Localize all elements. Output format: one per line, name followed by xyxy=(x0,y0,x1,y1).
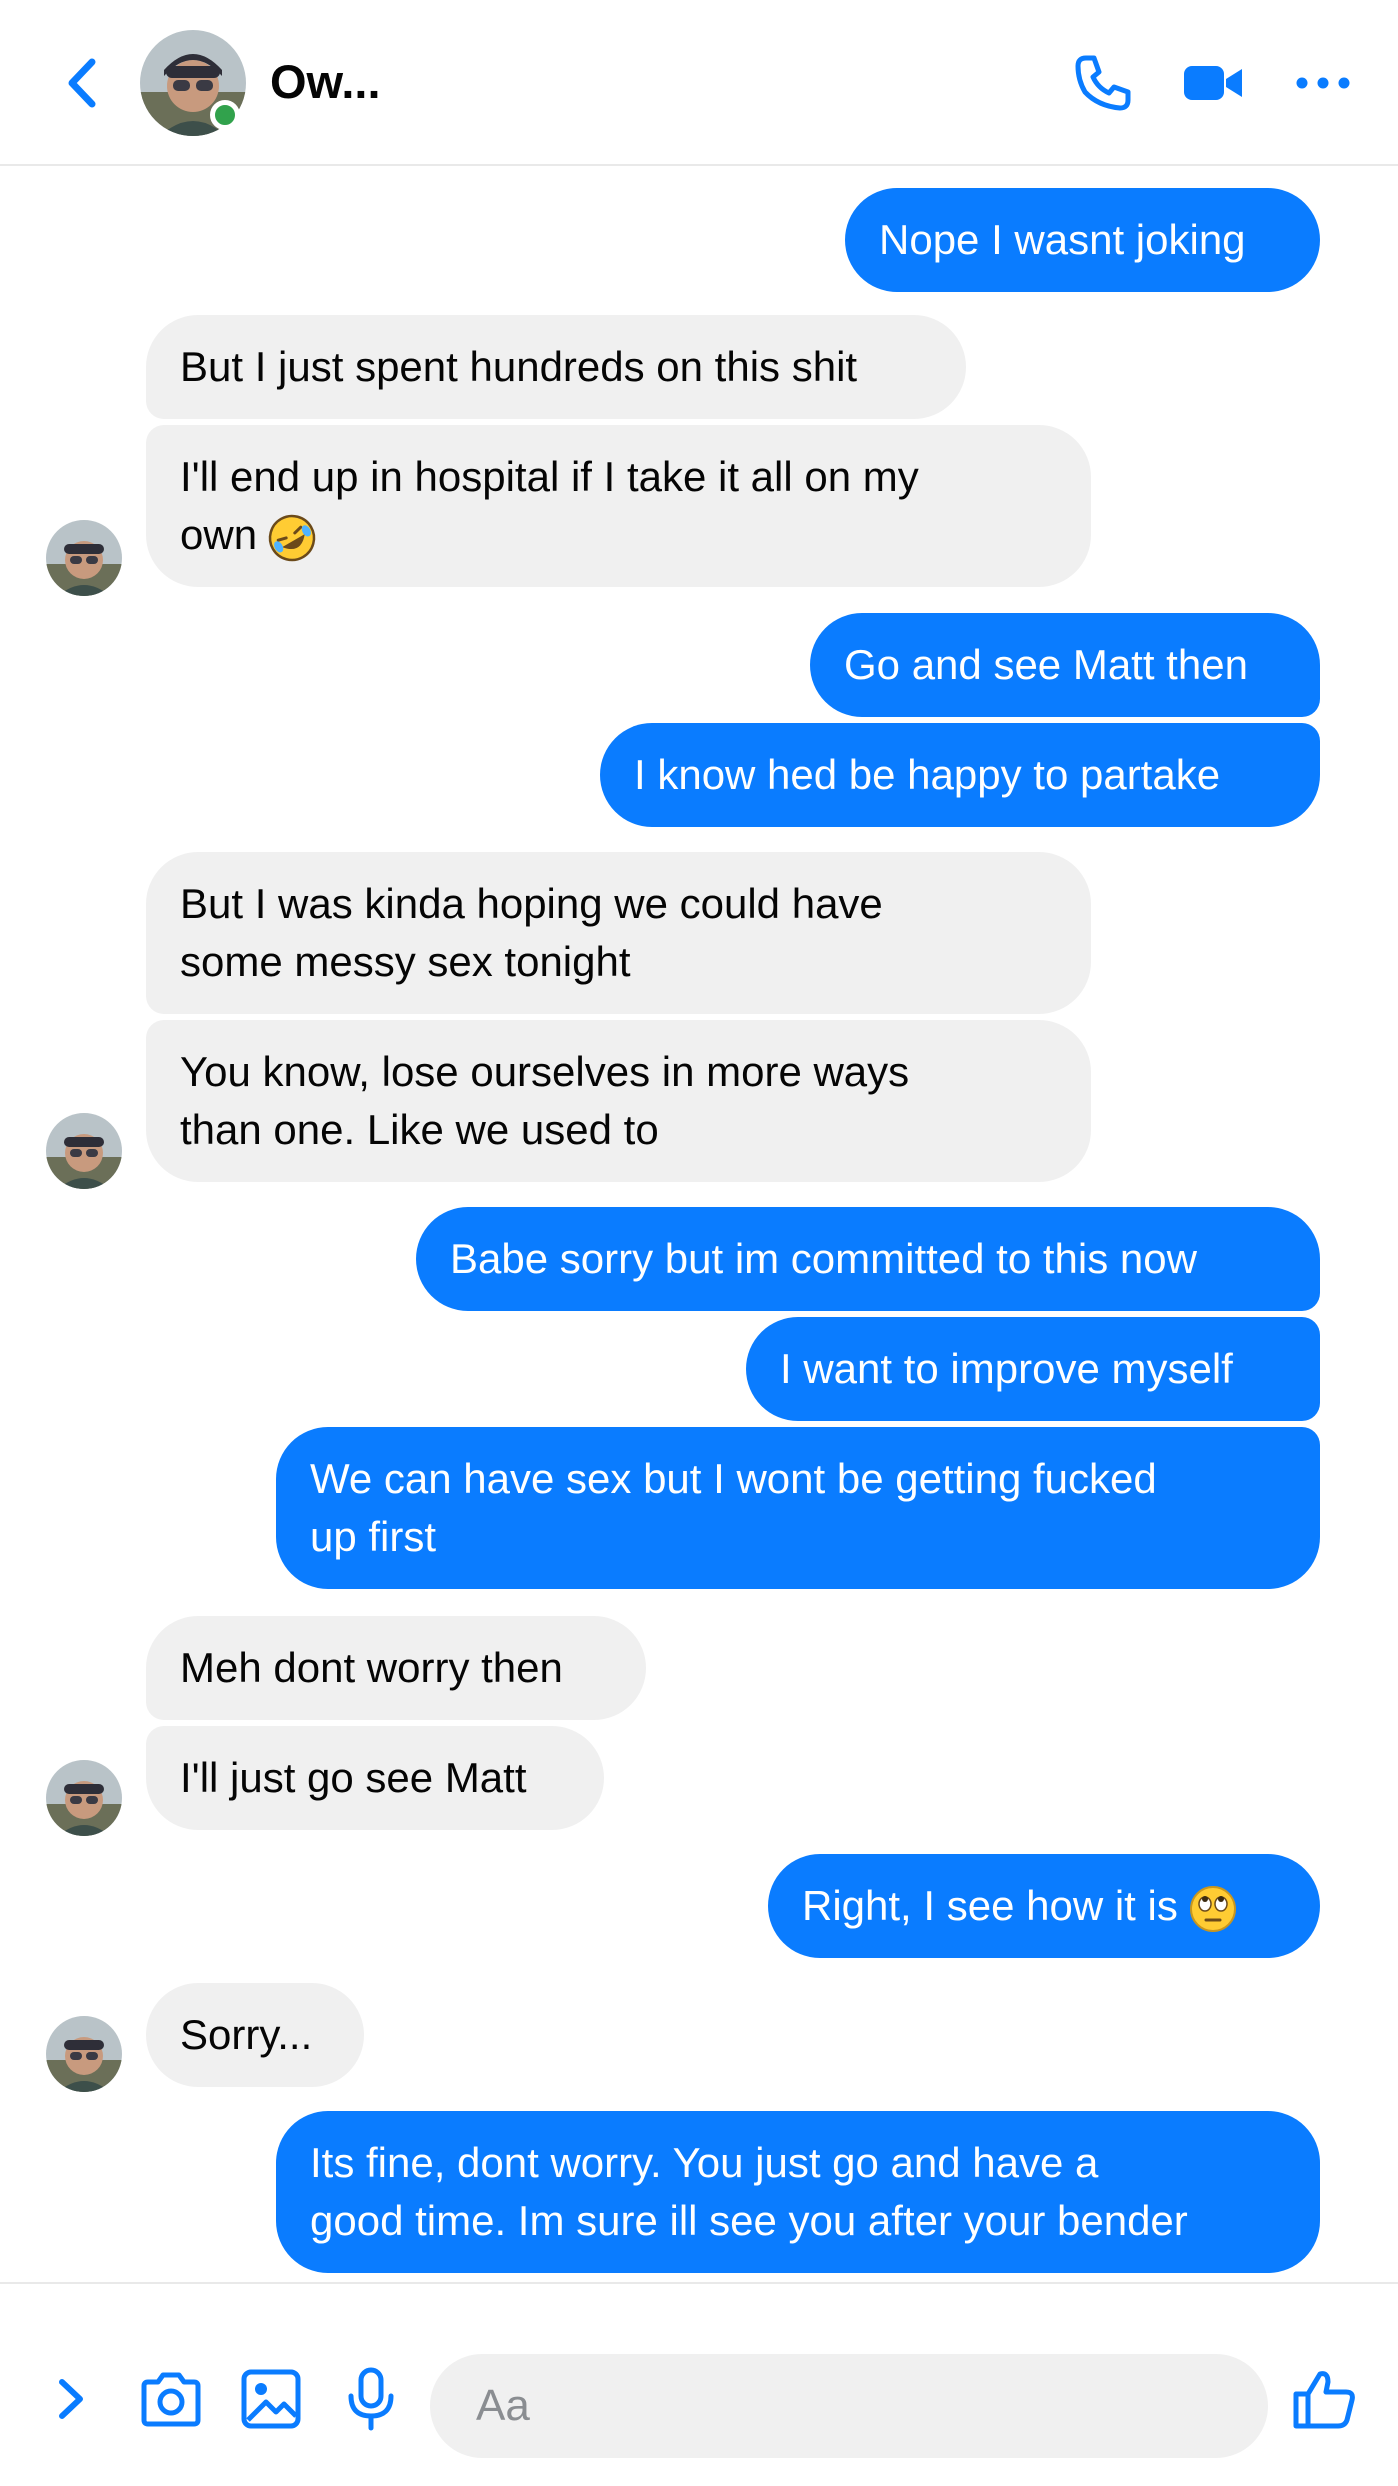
sender-avatar[interactable] xyxy=(46,2016,122,2092)
message-text: You know, lose ourselves in more ways th… xyxy=(180,1048,910,1153)
incoming-message[interactable]: I'll just go see Matt xyxy=(146,1726,604,1830)
outgoing-message[interactable]: Go and see Matt then xyxy=(810,613,1320,717)
incoming-message[interactable]: Sorry... xyxy=(146,1983,364,2087)
back-arrow-icon[interactable] xyxy=(58,50,108,116)
rolling-on-floor-laughing-emoji-icon xyxy=(267,513,317,563)
gallery-icon[interactable] xyxy=(236,2364,306,2434)
message-text: Go and see Matt then xyxy=(844,641,1248,688)
phone-call-icon[interactable] xyxy=(1068,48,1138,118)
message-input-placeholder: Aa xyxy=(476,2381,530,2430)
eye-roll-emoji-icon xyxy=(1188,1884,1238,1934)
incoming-message[interactable]: I'll end up in hospital if I take it all… xyxy=(146,425,1091,587)
contact-name[interactable]: Ow... xyxy=(270,52,381,112)
message-text: I'll just go see Matt xyxy=(180,1754,527,1801)
message-list[interactable]: Nope I wasnt joking But I just spent hund… xyxy=(0,166,1398,2282)
outgoing-message[interactable]: Its fine, dont worry. You just go and ha… xyxy=(276,2111,1320,2273)
message-text: But I was kinda hoping we could have som… xyxy=(180,880,883,985)
message-text: I'll end up in hospital if I take it all… xyxy=(180,448,919,564)
sender-avatar[interactable] xyxy=(46,1113,122,1189)
camera-icon[interactable] xyxy=(136,2364,206,2434)
message-text: I know hed be happy to partake xyxy=(634,751,1221,798)
message-text: Nope I wasnt joking xyxy=(879,216,1246,263)
outgoing-message[interactable]: I know hed be happy to partake xyxy=(600,723,1320,827)
message-text: We can have sex but I wont be getting fu… xyxy=(310,1455,1157,1560)
message-text: But I just spent hundreds on this shit xyxy=(180,343,858,390)
outgoing-message[interactable]: Right, I see how it is xyxy=(768,1854,1320,1958)
sender-avatar[interactable] xyxy=(46,520,122,596)
message-text: Sorry... xyxy=(180,2011,313,2058)
online-status-dot xyxy=(210,100,240,130)
message-text: Babe sorry but im committed to this now xyxy=(450,1235,1197,1282)
sender-avatar[interactable] xyxy=(46,1760,122,1836)
message-composer: Aa xyxy=(0,2282,1398,2486)
outgoing-message[interactable]: I want to improve myself xyxy=(746,1317,1320,1421)
message-text: I want to improve myself xyxy=(780,1345,1233,1392)
video-call-icon[interactable] xyxy=(1178,48,1248,118)
chat-header: Ow... xyxy=(0,0,1398,166)
incoming-message[interactable]: Meh dont worry then xyxy=(146,1616,646,1720)
message-text: Its fine, dont worry. You just go and ha… xyxy=(310,2139,1188,2244)
microphone-icon[interactable] xyxy=(336,2364,406,2434)
outgoing-message[interactable]: We can have sex but I wont be getting fu… xyxy=(276,1427,1320,1589)
incoming-message[interactable]: But I just spent hundreds on this shit xyxy=(146,315,966,419)
outgoing-message[interactable]: Nope I wasnt joking xyxy=(845,188,1320,292)
incoming-message[interactable]: You know, lose ourselves in more ways th… xyxy=(146,1020,1091,1182)
message-text: Right, I see how it is xyxy=(802,1877,1238,1935)
outgoing-message[interactable]: Babe sorry but im committed to this now xyxy=(416,1207,1320,1311)
thumbs-up-icon[interactable] xyxy=(1290,2364,1360,2434)
message-text: Meh dont worry then xyxy=(180,1644,563,1691)
message-input[interactable]: Aa xyxy=(430,2354,1268,2458)
more-options-icon[interactable] xyxy=(1288,48,1358,118)
expand-icon[interactable] xyxy=(36,2364,106,2434)
incoming-message[interactable]: But I was kinda hoping we could have som… xyxy=(146,852,1091,1014)
